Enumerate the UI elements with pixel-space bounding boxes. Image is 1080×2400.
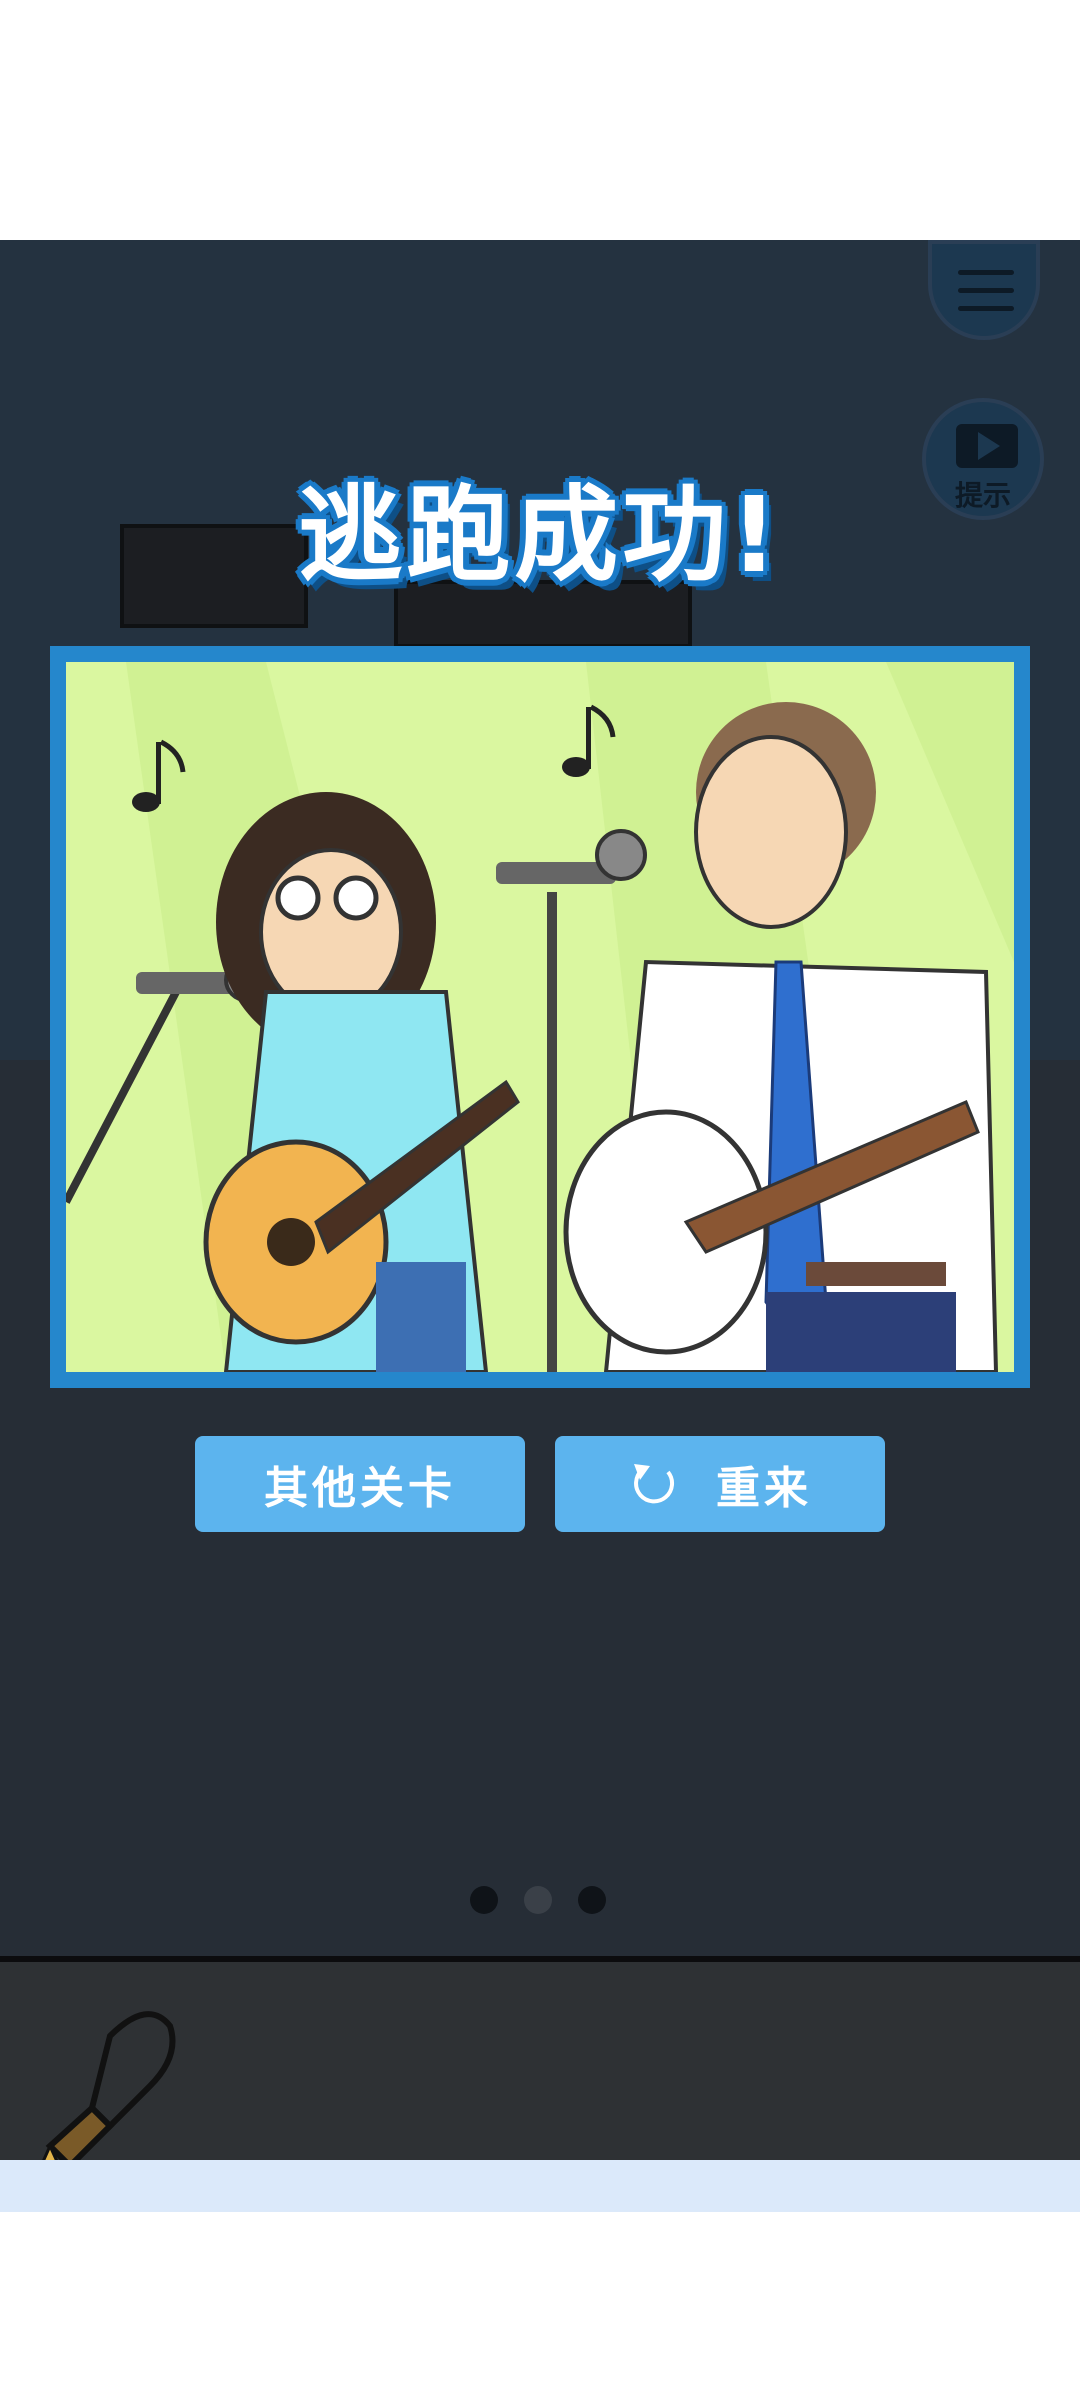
page-dot[interactable]: [578, 1886, 606, 1914]
game-area: 提示 逃跑成功! 其他关卡 重来: [0, 240, 1080, 1960]
singers-illustration: [66, 662, 1014, 1372]
other-levels-button[interactable]: 其他关卡: [195, 1436, 525, 1532]
success-title: 逃跑成功!: [298, 474, 782, 596]
hamburger-menu-icon-bar: [958, 306, 1014, 311]
refresh-icon: [634, 1464, 674, 1504]
retry-label: 重来: [716, 1463, 812, 1514]
hamburger-menu-icon-bar: [958, 288, 1014, 293]
hamburger-menu-icon: [958, 270, 1014, 275]
page-dot-active[interactable]: [524, 1886, 552, 1914]
top-blank-area: [0, 0, 1080, 240]
retry-button[interactable]: 重来: [555, 1436, 885, 1532]
page-dot[interactable]: [470, 1886, 498, 1914]
page-indicator: [470, 1886, 610, 1916]
machete-icon[interactable]: [30, 1996, 180, 2176]
other-levels-label: 其他关卡: [264, 1463, 456, 1514]
bottom-navigation-bar: [0, 2160, 1080, 2212]
result-illustration: [50, 646, 1030, 1388]
